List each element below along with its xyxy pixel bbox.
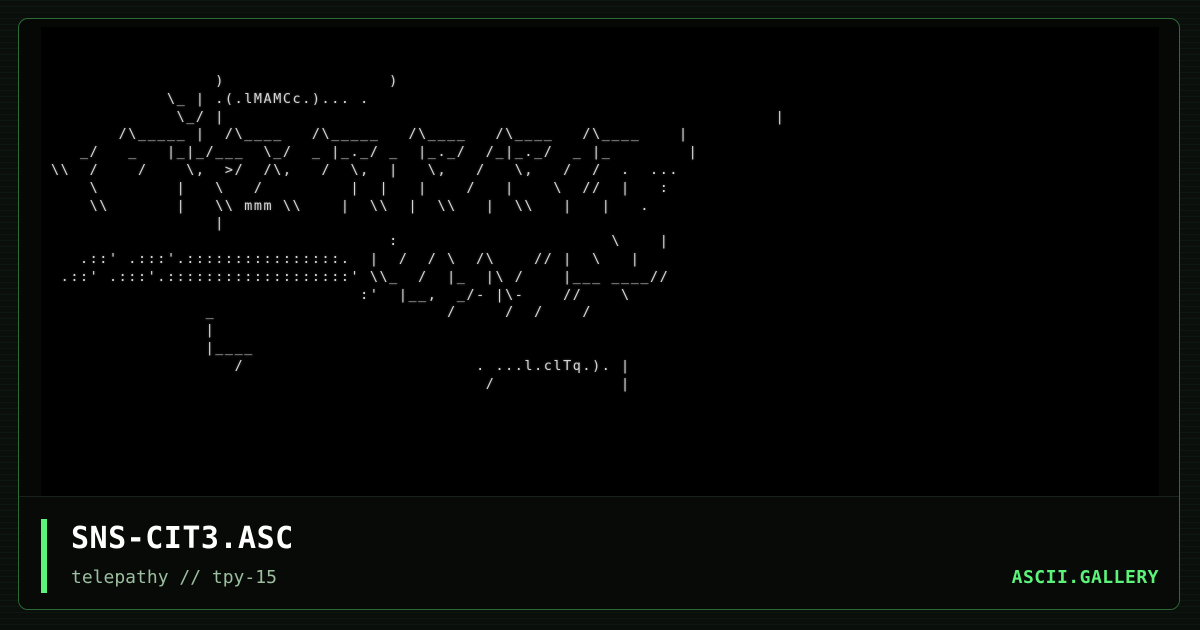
artwork-subtitle: telepathy // tpy-15 xyxy=(71,567,277,588)
artwork-title: SNS-CIT3.ASC xyxy=(71,521,294,556)
brand-label[interactable]: ASCII.GALLERY xyxy=(1012,567,1159,588)
caption-bar: SNS-CIT3.ASC telepathy // tpy-15 ASCII.G… xyxy=(19,496,1179,609)
gallery-card: ) ) \_ | .(.lMAMCc.)... . \_/ | | /\____… xyxy=(18,18,1180,610)
ascii-art-panel: ) ) \_ | .(.lMAMCc.)... . \_/ | | /\____… xyxy=(41,27,1159,517)
accent-bar xyxy=(41,519,47,593)
ascii-art: ) ) \_ | .(.lMAMCc.)... . \_/ | | /\____… xyxy=(51,74,786,392)
